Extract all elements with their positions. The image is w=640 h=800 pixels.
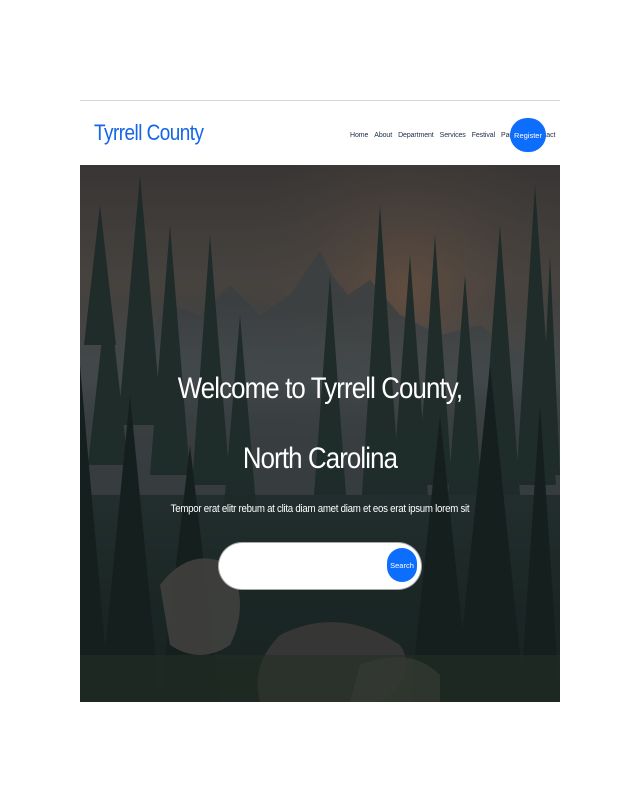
- nav-item-festival[interactable]: Festival: [472, 128, 495, 142]
- search-button[interactable]: Search: [387, 548, 417, 582]
- nav-item-about[interactable]: About: [374, 128, 392, 142]
- page-frame: Tyrrell County Home About Department Ser…: [80, 100, 560, 702]
- hero-title-line1: Welcome to Tyrrell County,: [177, 372, 463, 405]
- search-input[interactable]: [233, 553, 383, 579]
- nav-item-department[interactable]: Department: [398, 128, 434, 142]
- hero-section: Welcome to Tyrrell County, North Carolin…: [80, 165, 560, 702]
- hero-subtitle: Tempor erat elitr rebum at clita diam am…: [170, 503, 470, 515]
- register-button[interactable]: Register: [510, 118, 546, 152]
- nav-item-home[interactable]: Home: [350, 128, 368, 142]
- site-brand-logo[interactable]: Tyrrell County: [94, 120, 204, 146]
- hero-title-line2: North Carolina: [242, 442, 398, 475]
- navbar: Tyrrell County Home About Department Ser…: [80, 102, 560, 165]
- search-box: Search: [219, 543, 421, 589]
- hero-dark-overlay: [80, 165, 560, 702]
- nav-item-services[interactable]: Services: [440, 128, 466, 142]
